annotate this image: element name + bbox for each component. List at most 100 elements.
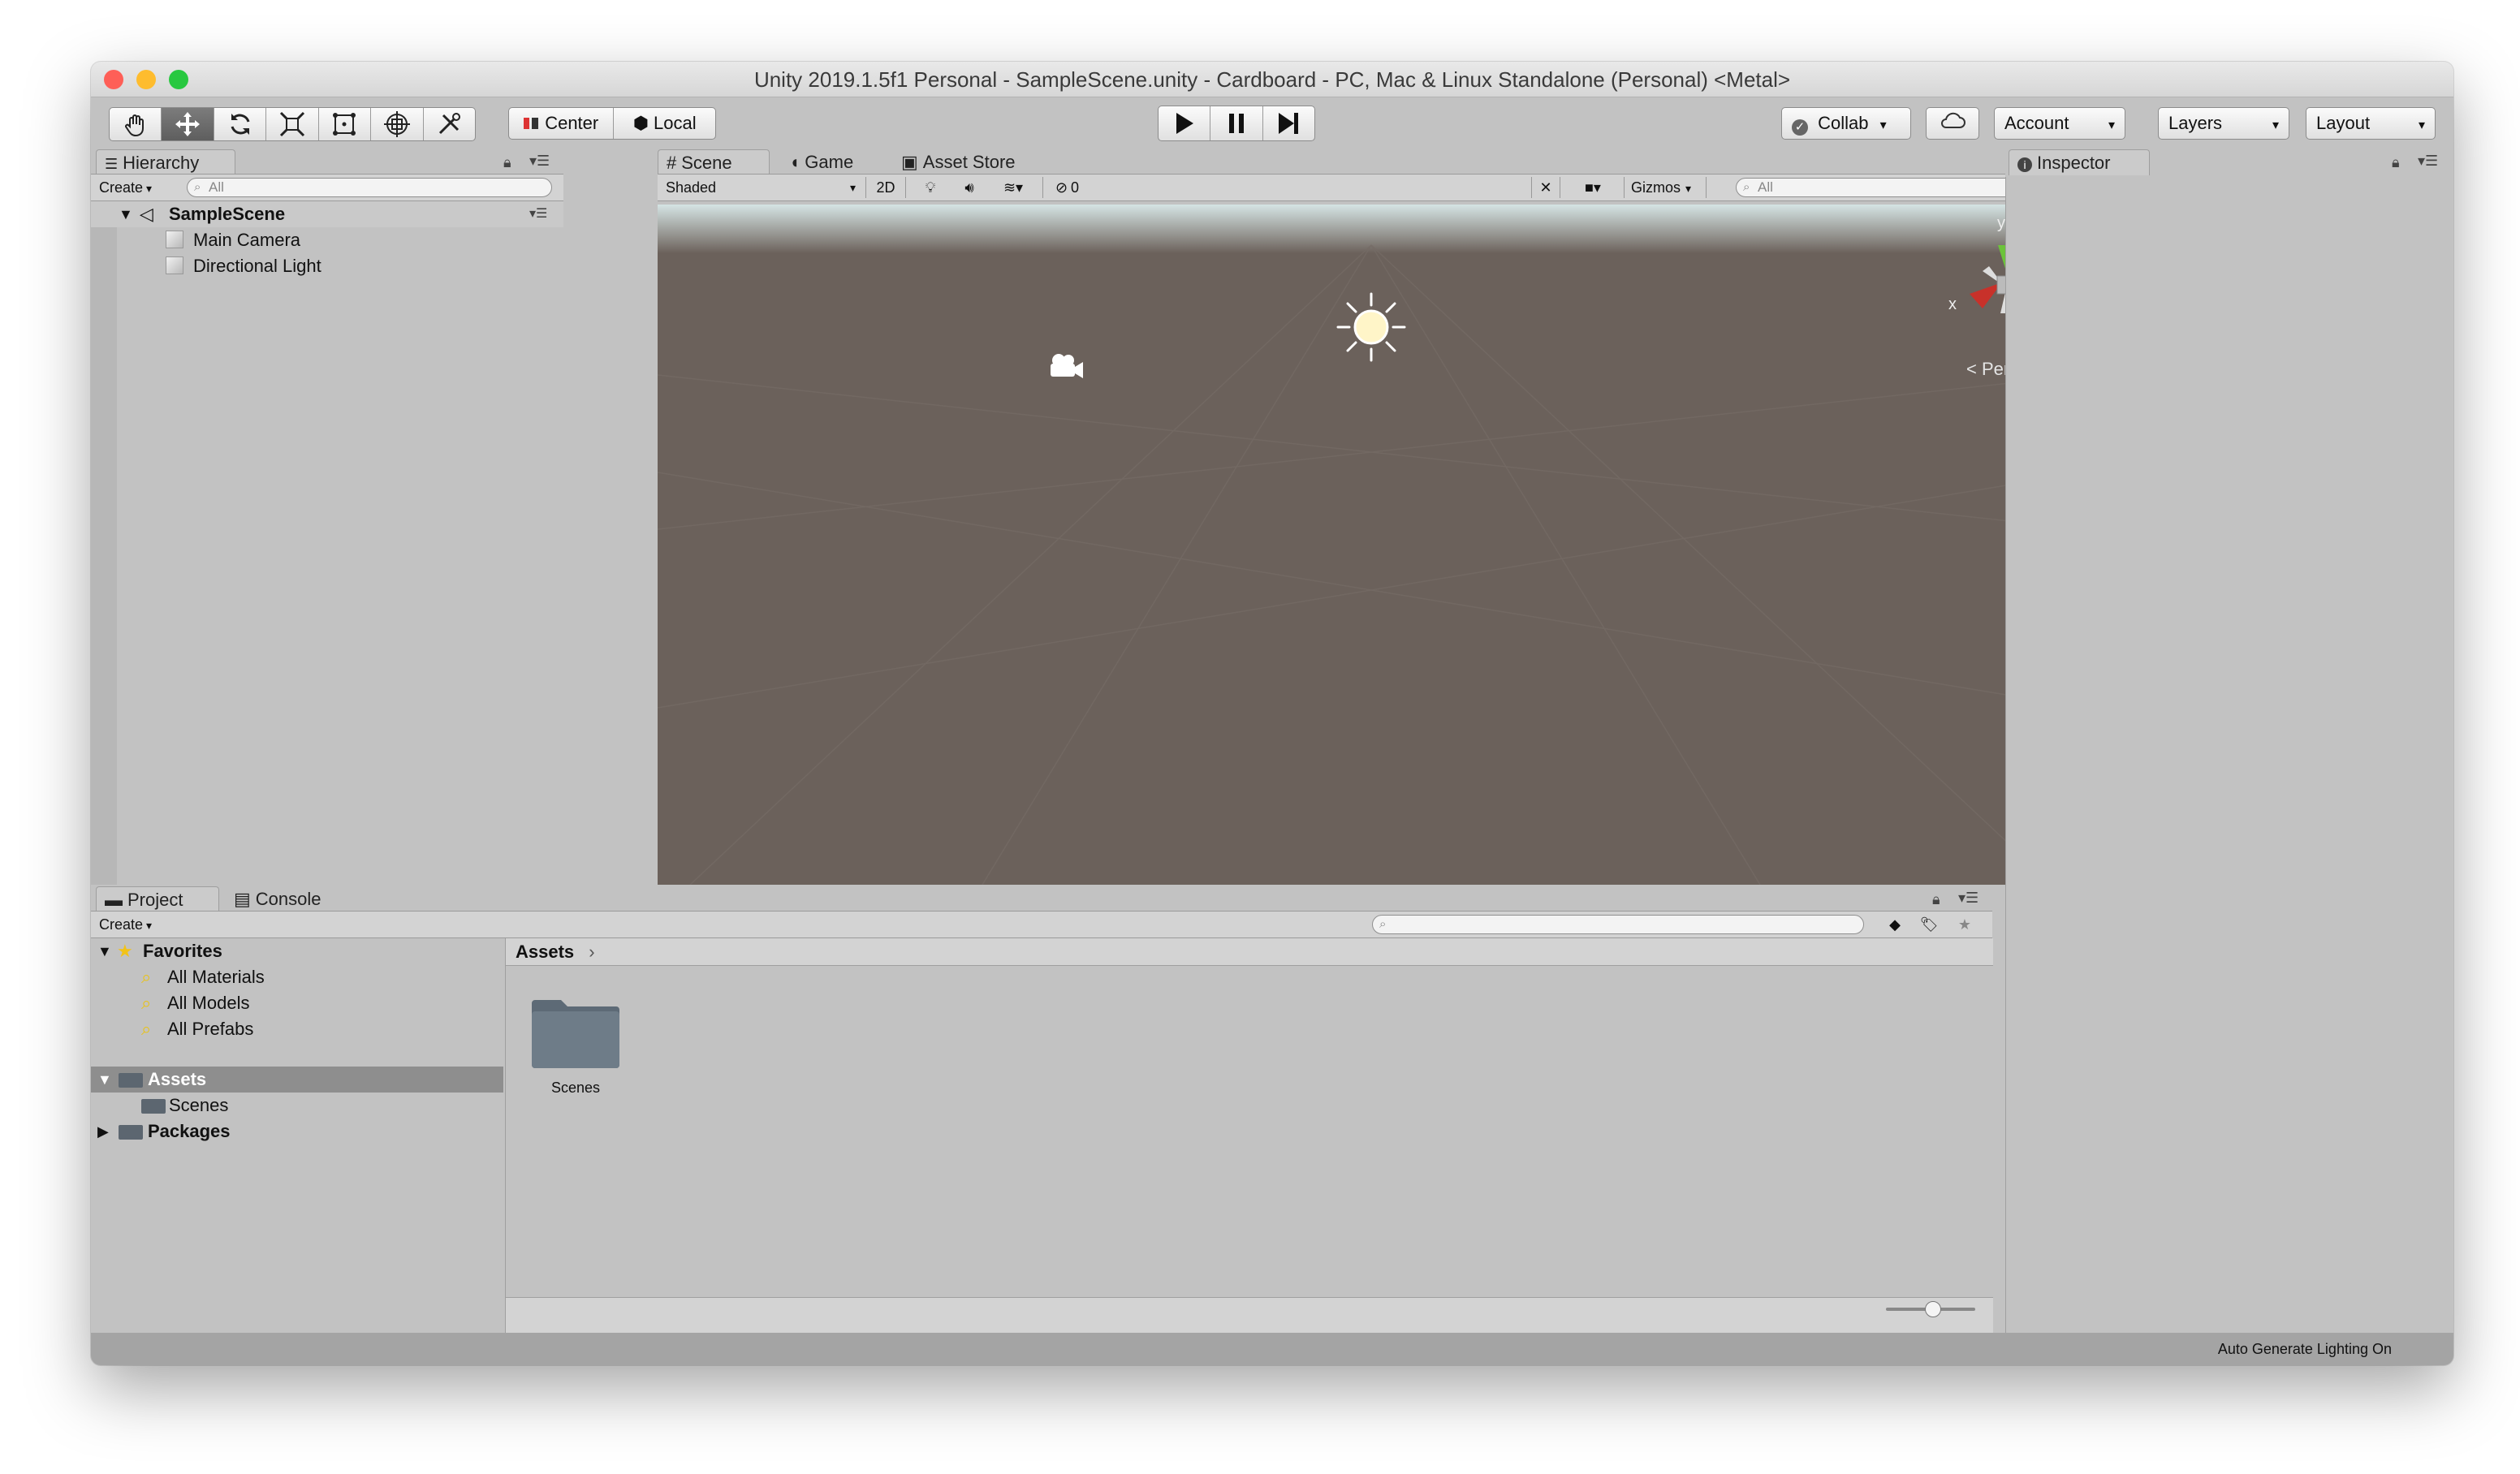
project-content: Assets › Scenes: [505, 938, 1993, 1333]
hidden-objects-toggle[interactable]: ⊘ 0: [1042, 177, 1091, 198]
hierarchy-search-input[interactable]: ⌕ All: [187, 178, 552, 197]
axis-y-label: y: [1997, 214, 2005, 232]
inspector-panel: i Inspector 🔒︎ ▾☰: [2005, 149, 2453, 1334]
rotate-icon: [231, 114, 249, 135]
search-icon: ⌕: [141, 993, 152, 1013]
expand-triangle-icon[interactable]: ▶: [97, 1118, 109, 1144]
play-button[interactable]: [1159, 106, 1211, 140]
tab-hierarchy[interactable]: ☰ Hierarchy: [96, 149, 235, 175]
scene-viewport[interactable]: y x z < Persp: [658, 205, 2085, 885]
pause-button[interactable]: [1210, 106, 1263, 140]
persp-angle-icon: <: [1966, 359, 1982, 379]
scale-tool-button[interactable]: [266, 108, 319, 140]
hierarchy-gutter: [91, 201, 117, 885]
shapes-icon: ◆: [1889, 916, 1901, 933]
project-tree: ▼ ★ Favorites ⌕ All Materials ⌕ All Mode…: [91, 938, 503, 1333]
hierarchy-panel: ☰ Hierarchy 🔒︎ ▾☰ Create ▾ ⌕ All ▼ ◁ Sampl…: [91, 149, 563, 885]
layers-dropdown[interactable]: Layers: [2158, 107, 2289, 140]
filter-by-label-button[interactable]: 🏷︎: [1914, 914, 1944, 935]
list-item[interactable]: ⌕ All Models: [91, 990, 503, 1016]
expand-triangle-icon[interactable]: ▼: [97, 1067, 112, 1093]
2d-toggle[interactable]: 2D: [865, 177, 906, 198]
expand-triangle-icon[interactable]: ▼: [119, 201, 133, 227]
project-panel: ▬ Project ▤ Console 🔒︎ ▾☰ Create ▾ ⌕ ◆ 🏷︎ ★…: [91, 886, 1993, 1333]
transform-tools: [109, 107, 476, 141]
asset-folder-tile[interactable]: Scenes: [530, 990, 621, 1096]
custom-tool-button[interactable]: [424, 108, 475, 140]
rotate-tool-button[interactable]: [214, 108, 267, 140]
favorite-filter-button[interactable]: ★: [1950, 914, 1979, 935]
transform-tool-button[interactable]: [371, 108, 424, 140]
cloud-button[interactable]: [1926, 107, 1979, 140]
tab-asset-store[interactable]: ▣ Asset Store: [893, 149, 1047, 175]
gameobject-cube-icon: [166, 231, 183, 248]
lock-icon[interactable]: 🔒︎: [1932, 891, 1940, 908]
chevron-right-icon: ›: [589, 942, 595, 962]
hand-tool-button[interactable]: [110, 108, 162, 140]
pause-icon: [1228, 114, 1244, 133]
chevron-down-icon: ▾: [146, 919, 153, 932]
assets-row[interactable]: ▼ Assets: [91, 1067, 503, 1093]
tab-console[interactable]: ▤ Console: [226, 886, 347, 912]
panel-menu-icon[interactable]: ▾☰: [1958, 890, 1978, 907]
favorites-row[interactable]: ▼ ★ Favorites: [91, 938, 503, 964]
step-button[interactable]: [1263, 106, 1314, 140]
inspector-content: [2005, 177, 2453, 1334]
shading-mode-dropdown[interactable]: Shaded ▾: [666, 177, 856, 198]
lighting-toggle[interactable]: 💡︎: [914, 177, 947, 198]
scene-tools-button[interactable]: ✕: [1531, 177, 1560, 198]
account-dropdown[interactable]: Account: [1994, 107, 2125, 140]
move-arrows-icon: [175, 112, 201, 136]
directional-light-sun-icon[interactable]: [1335, 291, 1408, 364]
list-item[interactable]: Scenes: [91, 1093, 503, 1118]
pivot-local-button[interactable]: ⬢ Local: [614, 108, 715, 139]
project-create-dropdown[interactable]: Create ▾: [99, 914, 169, 935]
expand-triangle-icon[interactable]: ▼: [97, 938, 112, 964]
project-search-input[interactable]: ⌕: [1372, 915, 1864, 934]
camera-gizmo-icon[interactable]: [1044, 351, 1085, 383]
gizmos-dropdown[interactable]: Gizmos ▾: [1624, 177, 1707, 198]
slider-thumb[interactable]: [1925, 1301, 1941, 1317]
tab-game[interactable]: ◖ Game: [781, 149, 887, 175]
status-text[interactable]: Auto Generate Lighting On: [2218, 1333, 2392, 1365]
layout-dropdown[interactable]: Layout: [2306, 107, 2436, 140]
list-icon: ☰: [105, 156, 119, 172]
panel-menu-icon[interactable]: ▾☰: [2418, 153, 2438, 170]
list-item[interactable]: ⌕ All Prefabs: [91, 1016, 503, 1042]
panel-menu-icon[interactable]: ▾☰: [529, 153, 550, 170]
unity-scene-icon: ◁: [140, 204, 153, 224]
chevron-down-icon: ▾: [146, 182, 153, 195]
pivot-center-button[interactable]: Center: [509, 108, 615, 139]
hierarchy-create-dropdown[interactable]: Create ▾: [99, 177, 166, 198]
scene-row[interactable]: ▼ ◁ SampleScene ▾☰: [91, 201, 563, 227]
move-tool-button[interactable]: [162, 108, 214, 140]
transform-icon: [383, 111, 410, 137]
lock-icon[interactable]: 🔒︎: [2392, 154, 2400, 171]
folder-icon: [119, 1073, 143, 1088]
main-toolbar: Center ⬢ Local ✓ Collab ▾ Account ▾ Laye…: [91, 97, 2453, 149]
scene-menu-icon[interactable]: ▾☰: [529, 201, 547, 227]
project-footer: [506, 1297, 1993, 1333]
hierarchy-item[interactable]: Directional Light: [91, 253, 563, 279]
lock-icon[interactable]: 🔒︎: [503, 154, 511, 171]
hierarchy-toolbar: Create ▾ ⌕ All: [91, 174, 563, 201]
chevron-down-icon: ▾: [849, 181, 856, 194]
hierarchy-item[interactable]: Main Camera: [91, 227, 563, 253]
playback-controls: [1158, 106, 1315, 141]
filter-by-type-button[interactable]: ◆: [1880, 914, 1909, 935]
speaker-icon: 🔊︎: [964, 179, 974, 196]
camera-settings-dropdown[interactable]: ■▾: [1570, 177, 1616, 198]
list-item[interactable]: ⌕ All Materials: [91, 964, 503, 990]
chevron-down-icon: ▾: [1685, 182, 1692, 195]
tab-inspector[interactable]: i Inspector: [2009, 149, 2150, 175]
breadcrumb-assets[interactable]: Assets: [516, 942, 574, 962]
title-bar: Unity 2019.1.5f1 Personal - SampleScene.…: [91, 62, 2453, 97]
tab-scene[interactable]: # Scene: [658, 149, 770, 175]
packages-row[interactable]: ▶ Packages: [91, 1118, 503, 1144]
breadcrumb: Assets ›: [506, 938, 1993, 966]
audio-toggle[interactable]: 🔊︎: [953, 177, 986, 198]
rect-tool-button[interactable]: [319, 108, 372, 140]
collab-dropdown[interactable]: ✓ Collab: [1781, 107, 1911, 140]
effects-dropdown[interactable]: ≋▾: [992, 177, 1034, 198]
tab-project[interactable]: ▬ Project: [96, 886, 219, 912]
